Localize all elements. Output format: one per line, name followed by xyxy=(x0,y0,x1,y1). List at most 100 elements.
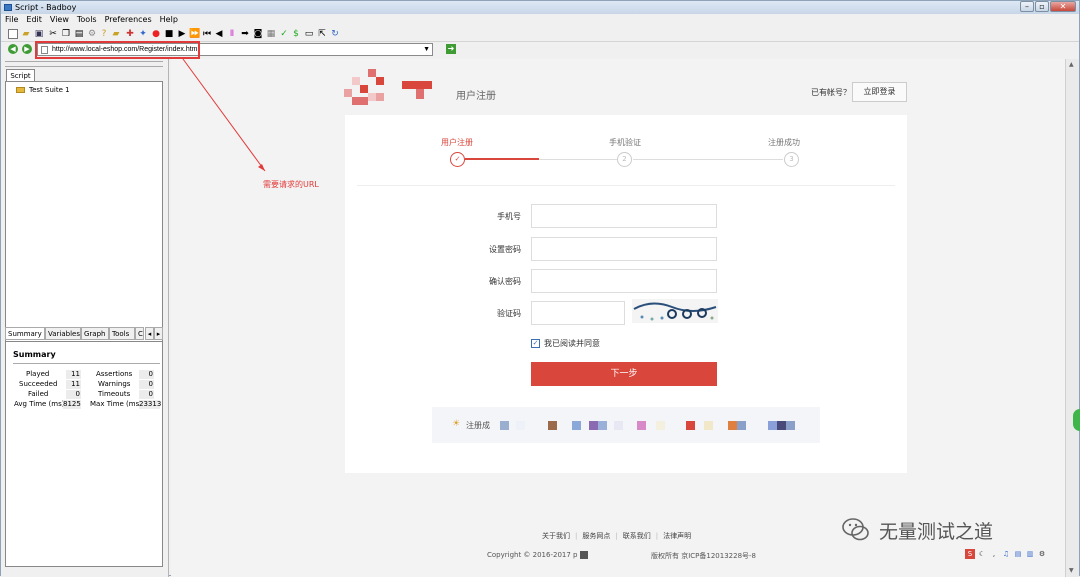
scroll-up-icon[interactable]: ▲ xyxy=(1069,61,1074,68)
title-bar: Script - Badboy – ▫ ✕ xyxy=(1,1,1079,14)
confirm-password-input[interactable] xyxy=(531,269,717,293)
assertions-label: Assertions xyxy=(96,370,133,378)
mosaic-block xyxy=(598,421,607,430)
step-over-icon[interactable]: ➡ xyxy=(240,29,250,39)
tab-scroll-left-icon[interactable]: ◂ xyxy=(145,327,154,340)
menu-file[interactable]: File xyxy=(1,14,22,26)
forward-icon[interactable]: ▶ xyxy=(22,44,32,54)
gear-icon[interactable]: ⚙ xyxy=(87,29,97,39)
folder-icon[interactable]: ▰ xyxy=(111,29,121,39)
tab-tools[interactable]: Tools xyxy=(109,327,135,340)
agree-row[interactable]: ✓ 我已阅读并同意 xyxy=(531,338,600,349)
menu-preferences[interactable]: Preferences xyxy=(101,14,156,26)
menu-tools[interactable]: Tools xyxy=(73,14,101,26)
mosaic-block xyxy=(728,421,737,430)
add-item-icon[interactable]: ✚ xyxy=(125,29,135,39)
back-icon[interactable]: ◀ xyxy=(8,44,18,54)
footer-link-about[interactable]: 关于我们 xyxy=(542,532,570,540)
save-icon[interactable]: ▣ xyxy=(34,29,44,39)
tab-c[interactable]: C xyxy=(135,327,144,340)
variable-icon[interactable]: $ xyxy=(291,29,301,39)
export-icon[interactable]: ⇱ xyxy=(317,29,327,39)
step-number-3: 3 xyxy=(784,152,799,167)
warnings-label: Warnings xyxy=(98,380,131,388)
screenshot-icon[interactable]: ▦ xyxy=(266,29,276,39)
footer-link-contact[interactable]: 联系我们 xyxy=(623,532,651,540)
refresh-icon[interactable]: ↻ xyxy=(330,29,340,39)
mosaic-block xyxy=(589,421,598,430)
agree-checkbox[interactable]: ✓ xyxy=(531,339,540,348)
password-input[interactable] xyxy=(531,237,717,261)
check-icon[interactable]: ✓ xyxy=(279,29,289,39)
ime-moon-icon[interactable]: ☾ xyxy=(977,549,987,559)
tab-graph[interactable]: Graph xyxy=(81,327,109,340)
phone-input[interactable] xyxy=(531,204,717,228)
site-logo xyxy=(344,69,432,105)
captcha-image[interactable] xyxy=(632,299,718,323)
footer-link-legal[interactable]: 法律声明 xyxy=(663,532,691,540)
copy-icon[interactable]: ❐ xyxy=(61,29,71,39)
mosaic-block xyxy=(548,421,557,430)
menu-help[interactable]: Help xyxy=(156,14,182,26)
footer-links: 关于我们 | 服务网点 | 联系我们 | 法律声明 xyxy=(537,531,696,541)
ime-punct-icon[interactable]: , xyxy=(989,549,999,559)
close-button[interactable]: ✕ xyxy=(1050,1,1076,12)
play-all-icon[interactable]: ⏩ xyxy=(189,29,200,39)
tree-item-label: Test Suite 1 xyxy=(29,86,70,94)
notice-bar: ☀ 注册成 xyxy=(432,407,820,443)
play-icon[interactable]: ▶ xyxy=(177,29,187,39)
notice-text: 注册成 xyxy=(466,421,490,430)
copyright-tail: p xyxy=(573,551,578,559)
step-progress-line xyxy=(465,158,539,160)
scroll-down-icon[interactable]: ▼ xyxy=(1069,567,1074,574)
captcha-input[interactable] xyxy=(531,301,625,325)
step-number-2: 2 xyxy=(617,152,632,167)
has-account-text: 已有帐号？ xyxy=(811,88,851,97)
ime-skin-icon[interactable]: ▥ xyxy=(1025,549,1035,559)
menu-edit[interactable]: Edit xyxy=(22,14,46,26)
next-step-button[interactable]: 下一步 xyxy=(531,362,717,386)
left-pane: Script Test Suite 1 Summary Variables Gr… xyxy=(1,59,169,577)
pause-icon[interactable]: Ⅱ xyxy=(227,29,237,39)
ime-toolbar: S ☾, ♫ ▤ ▥ ⚙ xyxy=(965,549,1065,561)
tab-summary[interactable]: Summary xyxy=(5,327,45,340)
step-back-icon[interactable]: ◀ xyxy=(214,29,224,39)
step-label-done: 注册成功 xyxy=(768,138,800,147)
go-icon[interactable]: ➜ xyxy=(446,44,456,54)
ime-logo-icon[interactable]: S xyxy=(965,549,975,559)
tab-scroll-right-icon[interactable]: ▸ xyxy=(154,327,163,340)
cut-icon[interactable]: ✂ xyxy=(48,29,58,39)
copyright-text: Copyright © 2016-2017 p xyxy=(487,551,590,559)
footer-separator: | xyxy=(655,532,659,540)
login-button[interactable]: 立即登录 xyxy=(852,82,907,102)
minimize-button[interactable]: – xyxy=(1020,1,1034,12)
tree-item[interactable]: Test Suite 1 xyxy=(16,86,70,94)
pane-grip[interactable] xyxy=(5,61,163,67)
help-icon[interactable]: ? xyxy=(99,29,109,39)
ime-keyboard-icon[interactable]: ▤ xyxy=(1013,549,1023,559)
vertical-scrollbar[interactable]: ▲ ▼ xyxy=(1065,59,1079,577)
timeouts-label: Timeouts xyxy=(98,390,131,398)
maximize-button[interactable]: ▫ xyxy=(1035,1,1049,12)
record-icon[interactable]: ● xyxy=(151,29,161,39)
footer-link-outlets[interactable]: 服务网点 xyxy=(582,532,610,540)
failed-label: Failed xyxy=(28,390,49,398)
succeeded-label: Succeeded xyxy=(19,380,58,388)
ime-mic-icon[interactable]: ♫ xyxy=(1001,549,1011,559)
open-icon[interactable]: ▰ xyxy=(21,29,31,39)
camera-icon[interactable]: ◙ xyxy=(253,29,263,39)
menu-view[interactable]: View xyxy=(46,14,73,26)
ime-settings-icon[interactable]: ⚙ xyxy=(1037,549,1047,559)
avg-time-label: Avg Time (ms) xyxy=(14,400,65,408)
paste-icon[interactable]: ▤ xyxy=(74,29,84,39)
copyright-label: Copyright © 2016-2017 xyxy=(487,551,571,559)
new-icon[interactable] xyxy=(8,29,18,39)
chevron-down-icon[interactable]: ▼ xyxy=(423,44,430,55)
menu-bar: File Edit View Tools Preferences Help xyxy=(1,14,1079,26)
side-widget-icon[interactable] xyxy=(1073,409,1080,431)
properties-icon[interactable]: ▭ xyxy=(304,29,314,39)
add-step-icon[interactable]: ✦ xyxy=(138,29,148,39)
rewind-icon[interactable]: ⏮ xyxy=(202,29,212,39)
stop-icon[interactable]: ■ xyxy=(164,29,174,39)
tab-variables[interactable]: Variables xyxy=(45,327,81,340)
